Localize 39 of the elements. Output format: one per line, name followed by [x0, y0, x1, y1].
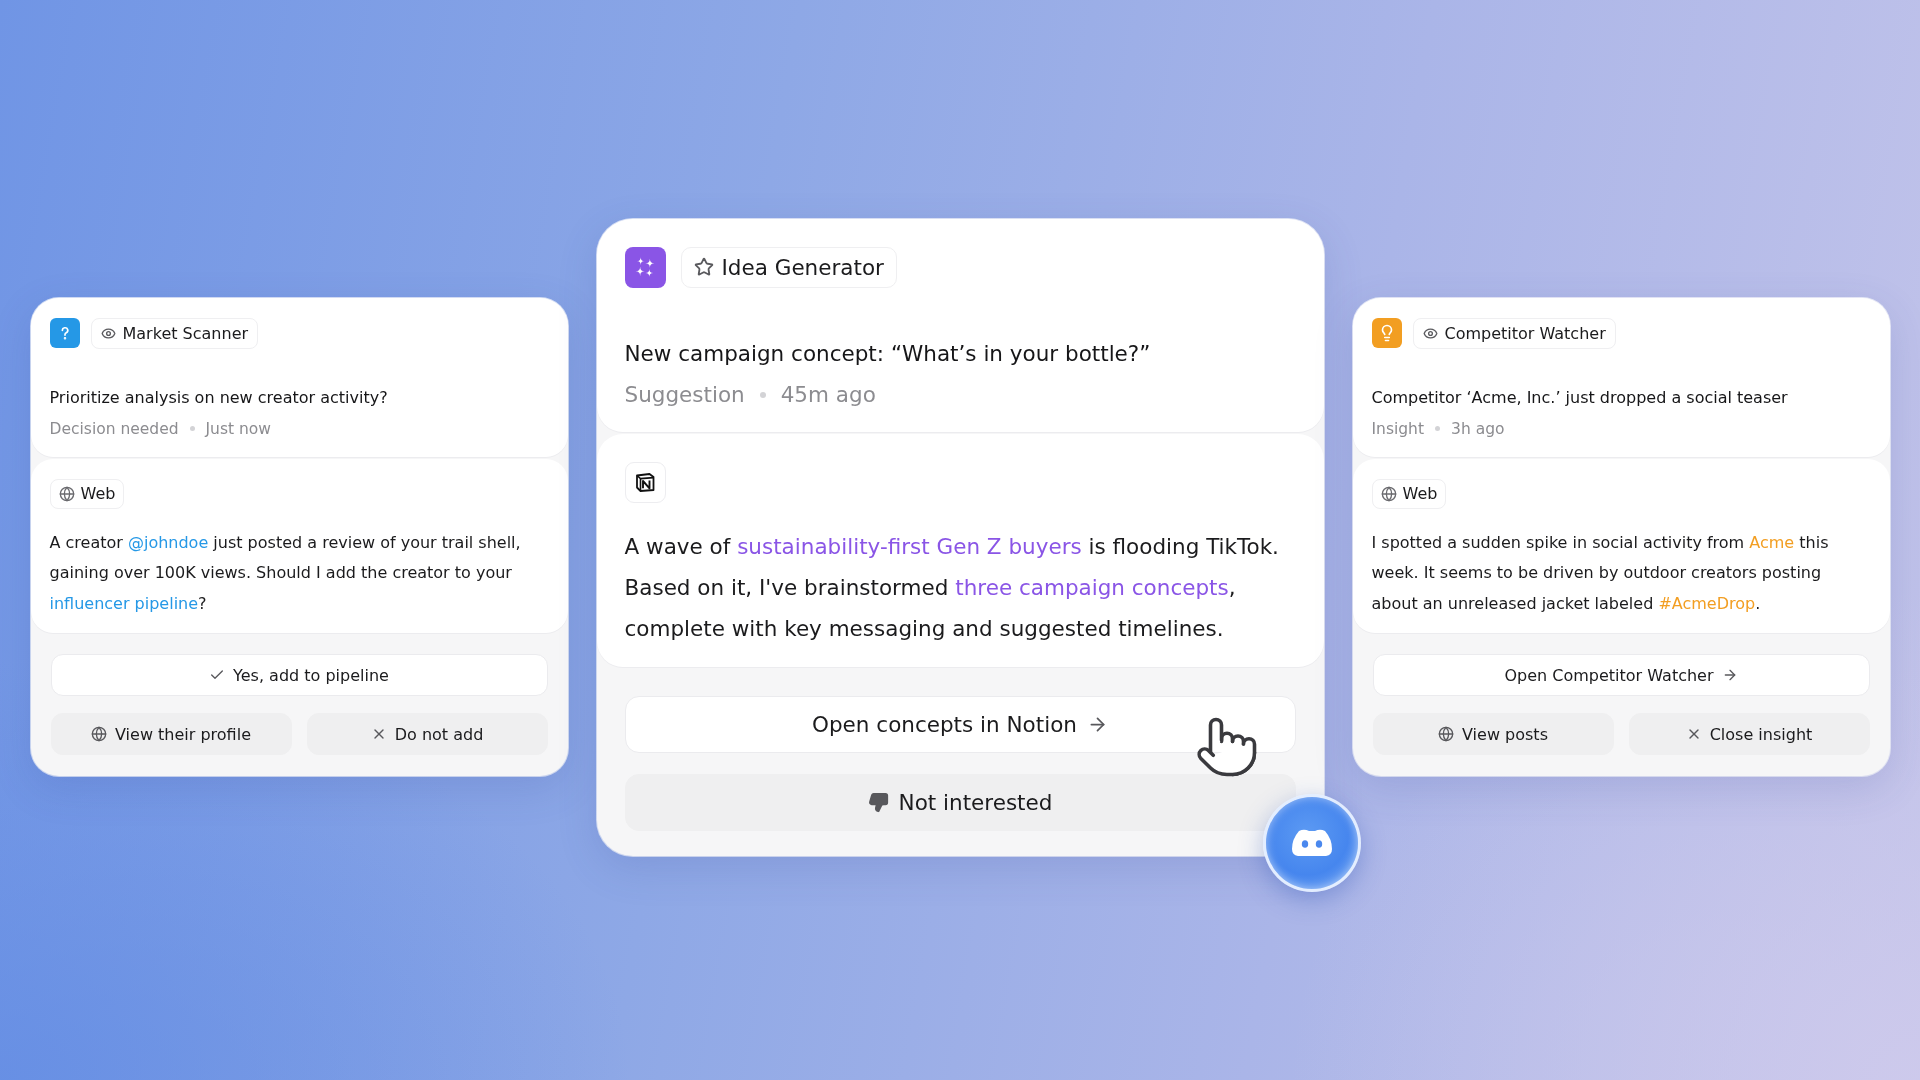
- thumbs-down-icon: [867, 791, 889, 813]
- source-name: Web: [80, 484, 116, 504]
- category-label: Decision needed: [49, 418, 179, 440]
- text-link[interactable]: sustainability-first Gen Z buyers: [737, 533, 1082, 559]
- action-button[interactable]: Not interested: [624, 773, 1296, 831]
- globe-icon: [1380, 485, 1397, 502]
- message-text: A creator @johndoe just posted a review of your trail shell, gaining over 100K views. Should I add the creator to your influencer pipeline?: [49, 531, 522, 615]
- action-button[interactable]: Yes, add to pipeline: [50, 654, 548, 697]
- message-text: A wave of sustainability-first Gen Z buyers is flooding TikTok. Based on it, I've brainstormed three campaign concepts, complete with key messaging and suggested timelines.: [624, 532, 1280, 643]
- agent-name: Market Scanner: [122, 323, 249, 343]
- dot-icon: [189, 426, 195, 432]
- agent-name: Competitor Watcher: [1444, 323, 1606, 343]
- text-link[interactable]: three campaign concepts: [955, 574, 1229, 600]
- dot-icon: [1435, 426, 1441, 432]
- action-button[interactable]: View posts: [1372, 713, 1614, 756]
- globe-icon: [58, 485, 75, 502]
- eye-icon: [1422, 325, 1438, 341]
- card-title: New campaign concept: “What’s in your bottle?”: [624, 339, 1152, 368]
- globe-icon: [91, 726, 107, 743]
- n-logo-icon: [624, 461, 666, 503]
- star-icon: [693, 257, 714, 277]
- category-label: Insight: [1371, 418, 1425, 440]
- action-button[interactable]: Open Competitor Watcher: [1372, 654, 1870, 697]
- source-name: Web: [1402, 484, 1438, 504]
- time-label: 45m ago: [780, 380, 876, 409]
- time-label: Just now: [205, 418, 271, 440]
- eye-icon: [100, 325, 116, 341]
- action-button[interactable]: Open concepts in Notion: [624, 695, 1296, 753]
- time-label: 3h ago: [1451, 418, 1505, 440]
- action-button[interactable]: Do not add: [306, 713, 548, 756]
- card-title: Prioritize analysis on new creator activity?: [49, 386, 389, 409]
- category-label: Suggestion: [624, 380, 745, 409]
- action-button[interactable]: View their profile: [50, 713, 292, 756]
- dot-icon: [759, 391, 766, 398]
- message-text: I spotted a sudden spike in social activity from Acme this week. It seems to be driven by outdoor creators posting about an unreleased jacket labeled #AcmeDrop.: [1371, 531, 1830, 615]
- action-button[interactable]: Close insight: [1628, 713, 1870, 756]
- agent-name: Idea Generator: [721, 254, 884, 280]
- card-title: Competitor ‘Acme, Inc.’ just dropped a social teaser: [1371, 386, 1789, 409]
- globe-icon: [1438, 726, 1454, 743]
